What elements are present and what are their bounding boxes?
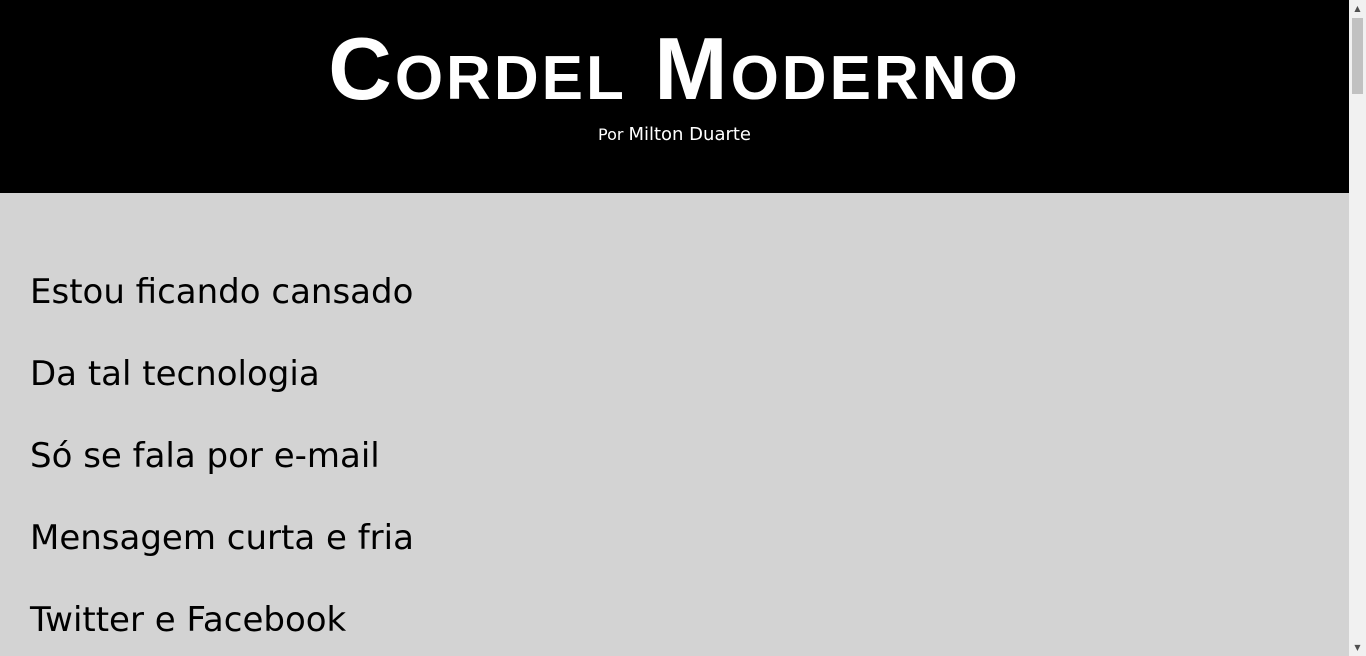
poem-verse: Da tal tecnologia (30, 354, 320, 394)
browser-viewport: Cordel Moderno Por Milton Duarte Estou fi… (0, 0, 1366, 656)
poem-verse: Só se fala por e-mail (30, 436, 380, 476)
poem-body: Estou ficando cansado Da tal tecnologia … (0, 193, 1349, 639)
byline-prefix: Por (597, 125, 624, 144)
author-name: Milton Duarte (628, 124, 752, 145)
scroll-up-arrow-icon[interactable]: ▲ (1349, 0, 1366, 17)
poem-verse: Estou ficando cansado (30, 272, 414, 312)
poem-verse: Mensagem curta e fria (30, 518, 414, 558)
byline: Por Milton Duarte (0, 124, 1349, 145)
scrollbar-thumb[interactable] (1352, 18, 1363, 94)
poem-verse: Twitter e Facebook (30, 600, 347, 640)
site-header: Cordel Moderno Por Milton Duarte (0, 0, 1349, 193)
scroll-down-arrow-icon[interactable]: ▼ (1349, 639, 1366, 656)
vertical-scrollbar[interactable]: ▲ ▼ (1349, 0, 1366, 656)
site-title: Cordel Moderno (328, 19, 1021, 118)
page-content: Cordel Moderno Por Milton Duarte Estou fi… (0, 0, 1349, 656)
